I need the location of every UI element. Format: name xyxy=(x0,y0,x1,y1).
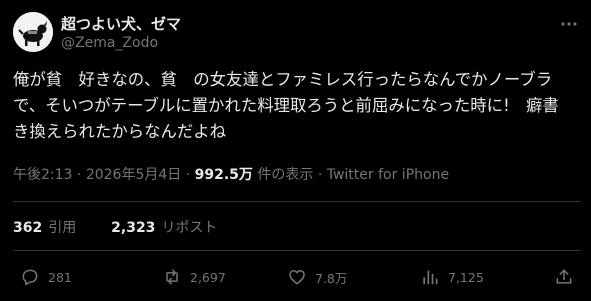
reply-count: 281 xyxy=(48,269,72,285)
quotes-count: 362 xyxy=(13,220,43,236)
action-bar: 281 2,697 7.8万 7,125 xyxy=(0,264,591,292)
more-options-icon[interactable] xyxy=(560,15,578,33)
tweet-text: 俺が貧 好きなの、貧 の女友達とファミレス行ったらなんでかノーブラ で、そいつが… xyxy=(13,67,581,145)
bar-chart-icon xyxy=(423,270,438,285)
view-count: 992.5万 xyxy=(194,167,253,183)
avatar[interactable] xyxy=(13,12,53,52)
reply-icon xyxy=(22,269,38,286)
share-icon xyxy=(556,269,572,284)
views-count: 7,125 xyxy=(448,269,484,285)
meta-separator: · xyxy=(317,167,323,183)
repost-button[interactable]: 2,697 xyxy=(162,266,226,288)
tweet-line: 俺が貧 好きなの、貧 の女友達とファミレス行ったらなんでかノーブラ xyxy=(13,70,553,89)
user-handle[interactable]: @Zema_Zodo xyxy=(61,35,158,51)
like-count: 7.8万 xyxy=(315,270,348,286)
heart-icon xyxy=(289,270,305,285)
dog-avatar-icon xyxy=(13,12,53,52)
reposts-label: リポスト xyxy=(161,220,218,236)
tweet-time[interactable]: 午後2:13 xyxy=(13,167,72,183)
like-button[interactable]: 7.8万 xyxy=(287,266,347,288)
tweet-meta: 午後2:13 · 2026年5月4日 · 992.5万 件の表示 · Twitt… xyxy=(13,164,449,184)
tweet-line: き換えられたからなんだよね xyxy=(13,122,227,141)
engagement-stats: 362 引用 2,323 リポスト xyxy=(13,217,217,237)
reply-button[interactable]: 281 xyxy=(20,266,72,288)
tweet-line: で、そいつがテーブルに置かれた料理取ろうと前屈みになった時に! 癖書 xyxy=(13,96,559,115)
divider xyxy=(13,201,581,202)
view-count-label: 件の表示 xyxy=(257,167,314,183)
repost-count: 2,697 xyxy=(190,269,226,285)
reposts-stat[interactable]: 2,323 リポスト xyxy=(111,220,217,236)
views-button[interactable]: 7,125 xyxy=(420,266,484,288)
display-name[interactable]: 超つよい犬、ゼマ xyxy=(61,13,181,34)
quotes-label: 引用 xyxy=(48,220,77,236)
share-button[interactable] xyxy=(554,266,574,288)
meta-separator: · xyxy=(76,167,82,183)
divider xyxy=(13,250,581,251)
reposts-count: 2,323 xyxy=(111,220,156,236)
repost-icon xyxy=(166,269,178,285)
tweet-date[interactable]: 2026年5月4日 xyxy=(86,167,181,183)
quotes-stat[interactable]: 362 引用 xyxy=(13,220,81,236)
meta-separator: · xyxy=(185,167,191,183)
tweet-source[interactable]: Twitter for iPhone xyxy=(327,167,449,183)
